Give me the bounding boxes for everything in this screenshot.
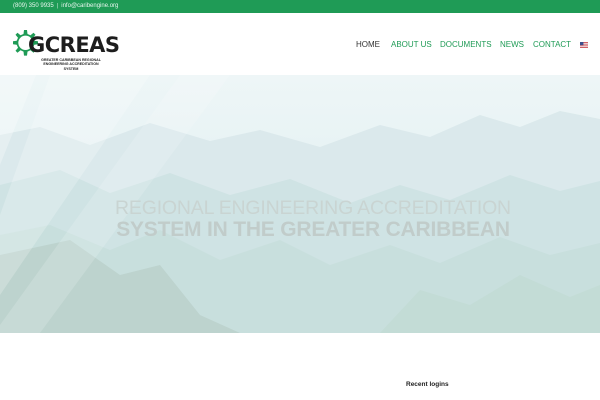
nav-news[interactable]: NEWS: [500, 39, 524, 51]
phone-number[interactable]: (809) 350 9935: [13, 0, 54, 13]
site-header: GCREAS GREATER CARIBBEAN REGIONAL ENGINE…: [0, 13, 600, 75]
topbar-separator: |: [56, 3, 59, 9]
email-link[interactable]: info@caribengine.org: [61, 0, 118, 13]
logo-subtitle: GREATER CARIBBEAN REGIONAL ENGINEERING A…: [36, 58, 106, 71]
hero-title-line2: SYSTEM IN THE GREATER CARIBBEAN: [116, 218, 510, 241]
hero-title-line1: REGIONAL ENGINEERING ACCREDITATION: [115, 197, 511, 219]
site-logo[interactable]: GCREAS GREATER CARIBBEAN REGIONAL ENGINE…: [12, 26, 120, 78]
nav-documents[interactable]: DOCUMENTS: [440, 39, 492, 51]
top-bar: (809) 350 9935 | info@caribengine.org: [0, 0, 600, 13]
nav-home[interactable]: HOME: [356, 39, 380, 51]
recent-logins-heading: Recent logins: [406, 381, 449, 388]
nav-about-us[interactable]: ABOUT US: [391, 39, 432, 51]
nav-contact[interactable]: CONTACT: [533, 39, 571, 51]
us-flag-icon[interactable]: [580, 42, 588, 48]
main-nav: HOME ABOUT US DOCUMENTS NEWS CONTACT: [0, 39, 600, 51]
logo-subtitle-line2: ENGINEERING ACCREDITATION SYSTEM: [43, 62, 99, 71]
hero-banner: REGIONAL ENGINEERING ACCREDITATION SYSTE…: [0, 75, 600, 333]
